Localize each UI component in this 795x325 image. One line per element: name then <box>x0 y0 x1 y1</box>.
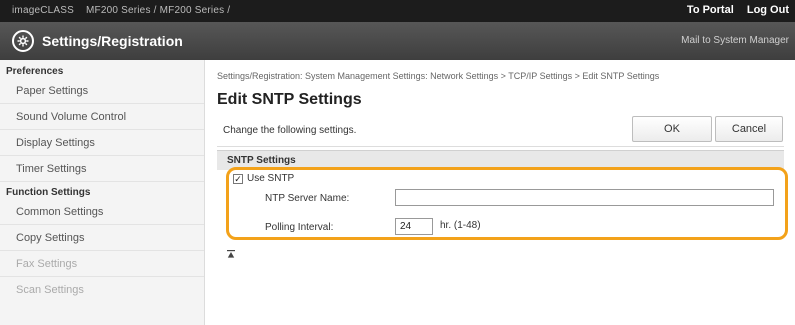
polling-interval-unit: hr. (1-48) <box>440 220 481 231</box>
breadcrumb: Settings/Registration: System Management… <box>217 71 660 81</box>
cancel-button[interactable]: Cancel <box>715 116 783 142</box>
top-bar: imageCLASS MF200 Series / MF200 Series / To… <box>0 0 795 22</box>
device-crumb-2: MF200 Series <box>159 5 225 16</box>
device-crumb-1: MF200 Series <box>86 5 151 16</box>
ntp-server-name-input[interactable] <box>395 189 774 206</box>
sidebar-item-sound-volume-control[interactable]: Sound Volume Control <box>0 104 204 130</box>
sidebar-item-fax-settings[interactable]: Fax Settings <box>0 251 204 277</box>
log-out-link[interactable]: Log Out <box>747 4 789 16</box>
sidebar-section-preferences: Preferences <box>6 66 64 77</box>
title-bar: Settings/Registration Mail to System Man… <box>0 22 795 60</box>
sidebar-item-timer-settings[interactable]: Timer Settings <box>0 156 204 182</box>
use-sntp-label: Use SNTP <box>247 173 295 184</box>
polling-interval-label: Polling Interval: <box>265 222 334 233</box>
sidebar-item-copy-settings[interactable]: Copy Settings <box>0 225 204 251</box>
sidebar-item-display-settings[interactable]: Display Settings <box>0 130 204 156</box>
checkmark-icon: ✓ <box>234 174 242 184</box>
sidebar-item-paper-settings[interactable]: Paper Settings <box>0 78 204 104</box>
ok-button[interactable]: OK <box>632 116 712 142</box>
back-to-top-icon[interactable] <box>227 250 235 258</box>
page-title: Edit SNTP Settings <box>217 91 362 108</box>
sidebar-item-common-settings[interactable]: Common Settings <box>0 199 204 225</box>
sidebar: Preferences Paper Settings Sound Volume … <box>0 60 205 325</box>
sidebar-section-function-settings: Function Settings <box>6 187 91 198</box>
app-title: Settings/Registration <box>42 33 183 49</box>
device-breadcrumb: imageCLASS MF200 Series / MF200 Series / <box>12 5 231 16</box>
top-links: To Portal Log Out <box>677 4 789 16</box>
use-sntp-checkbox[interactable]: ✓ <box>233 174 243 184</box>
settings-logo-icon <box>12 30 34 52</box>
to-portal-link[interactable]: To Portal <box>687 4 734 16</box>
sidebar-item-scan-settings[interactable]: Scan Settings <box>0 277 204 303</box>
ntp-server-name-label: NTP Server Name: <box>265 193 350 204</box>
mail-to-system-manager-link[interactable]: Mail to System Manager <box>681 35 789 46</box>
main-content: Settings/Registration: System Management… <box>205 60 795 325</box>
instruction-text: Change the following settings. <box>223 125 357 136</box>
device-crumb-0: imageCLASS <box>12 5 75 16</box>
polling-interval-input[interactable]: 24 <box>395 218 433 235</box>
divider <box>217 146 784 147</box>
